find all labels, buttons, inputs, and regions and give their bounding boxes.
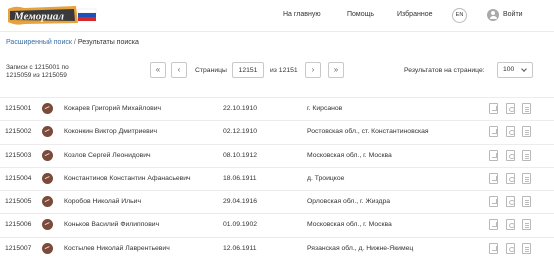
bookmark-icon[interactable] <box>489 196 498 208</box>
user-icon[interactable] <box>487 9 499 21</box>
bookmark-icon[interactable] <box>489 126 498 138</box>
view-document-icon[interactable] <box>506 126 515 138</box>
details-document-icon[interactable] <box>522 103 531 114</box>
per-page-value: 100 <box>503 66 515 73</box>
record-id: 1215003 <box>5 151 32 159</box>
record-id: 1215005 <box>5 198 32 206</box>
next-page-button[interactable]: › <box>305 62 321 78</box>
last-page-button[interactable]: » <box>328 62 344 78</box>
results-list: 1215001 Кокарев Григорий Михайлович 22.1… <box>0 97 554 257</box>
per-page-label: Результатов на странице: <box>404 67 485 74</box>
details-document-icon[interactable] <box>522 196 531 208</box>
view-document-icon[interactable] <box>506 219 515 231</box>
record-id: 1215006 <box>5 221 32 229</box>
birth-date: 01.09.1902 <box>223 221 258 229</box>
person-name[interactable]: Костылев Николай Лаврентьевич <box>64 245 170 252</box>
birth-place: Московская обл., г. Москва <box>307 221 392 229</box>
birth-date: 29.04.1916 <box>223 198 258 206</box>
person-name[interactable]: Коньков Василий Филиппович <box>64 221 159 228</box>
per-page-select[interactable]: 100 <box>497 62 533 78</box>
view-document-icon[interactable] <box>506 172 515 184</box>
view-document-icon[interactable] <box>506 149 515 161</box>
view-document-icon[interactable] <box>506 196 515 208</box>
table-row[interactable]: 1215003 Козлов Сергей Леонидович 08.10.1… <box>0 143 554 167</box>
person-avatar-icon <box>42 126 53 138</box>
site-header: Мемориал На главную Помощь Избранное EN … <box>0 0 554 32</box>
record-id: 1215007 <box>5 244 32 252</box>
breadcrumb-separator: / <box>73 39 76 46</box>
birth-place: Орловская обл., г. Жиздра <box>307 198 391 206</box>
person-name[interactable]: Коконкин Виктор Дмитриевич <box>64 128 157 135</box>
memorial-logo-icon[interactable]: Мемориал <box>6 3 100 27</box>
birth-date: 02.12.1910 <box>223 128 258 136</box>
birth-place: г. Кирсанов <box>307 105 343 112</box>
details-document-icon[interactable] <box>522 149 531 161</box>
birth-place: д. Троицкое <box>307 174 345 182</box>
details-document-icon[interactable] <box>522 242 531 254</box>
birth-date: 18.06.1911 <box>223 174 257 182</box>
table-row[interactable]: 1215002 Коконкин Виктор Дмитриевич 02.12… <box>0 120 554 143</box>
birth-date: 22.10.1910 <box>223 105 258 112</box>
person-avatar-icon <box>42 172 53 184</box>
person-avatar-icon <box>42 242 53 254</box>
birth-date: 08.10.1912 <box>223 151 258 159</box>
person-avatar-icon <box>42 149 53 161</box>
nav-help-link[interactable]: Помощь <box>347 11 374 18</box>
breadcrumb-advanced-search-link[interactable]: Расширенный поиск <box>6 39 72 46</box>
person-name[interactable]: Кокарев Григорий Михайлович <box>64 105 161 112</box>
bookmark-icon[interactable] <box>489 242 498 254</box>
first-page-button[interactable]: « <box>150 62 166 78</box>
prev-page-button[interactable]: ‹ <box>171 62 187 78</box>
birth-date: 12.06.1911 <box>223 244 257 252</box>
pages-label: Страницы <box>195 67 227 74</box>
record-id: 1215002 <box>5 128 32 136</box>
nav-home-link[interactable]: На главную <box>283 11 321 18</box>
record-id: 1215004 <box>5 174 32 182</box>
person-name[interactable]: Козлов Сергей Леонидович <box>64 152 151 159</box>
person-avatar-icon <box>42 219 53 231</box>
details-document-icon[interactable] <box>522 126 531 138</box>
records-range-info: Записи с 1215001 по 1215059 из 1215059 <box>6 64 106 80</box>
person-avatar-icon <box>42 196 53 208</box>
bookmark-icon[interactable] <box>489 103 498 114</box>
total-pages-label: из 12151 <box>270 67 298 74</box>
table-row[interactable]: 1215005 Коробов Николай Ильич 29.04.1916… <box>0 190 554 213</box>
bookmark-icon[interactable] <box>489 172 498 184</box>
page-number-input[interactable] <box>232 62 264 78</box>
view-document-icon[interactable] <box>506 103 515 114</box>
table-row[interactable]: 1215006 Коньков Василий Филиппович 01.09… <box>0 213 554 236</box>
birth-place: Ростовская обл., ст. Константиновская <box>307 128 429 136</box>
person-name[interactable]: Константинов Константин Афанасьевич <box>64 175 191 182</box>
view-document-icon[interactable] <box>506 242 515 254</box>
chevron-down-icon <box>521 66 527 72</box>
table-row[interactable]: 1215007 Костылев Николай Лаврентьевич 12… <box>0 236 554 257</box>
person-name[interactable]: Коробов Николай Ильич <box>64 198 141 205</box>
bookmark-icon[interactable] <box>489 219 498 231</box>
records-range-line1: Записи с 1215001 по <box>6 64 69 71</box>
record-id: 1215001 <box>5 105 32 112</box>
bookmark-icon[interactable] <box>489 149 498 161</box>
language-switch[interactable]: EN <box>452 8 467 23</box>
person-avatar-icon <box>42 103 53 114</box>
details-document-icon[interactable] <box>522 172 531 184</box>
breadcrumb: Расширенный поиск / Результаты поиска <box>6 39 139 46</box>
records-range-line2: 1215059 из 1215059 <box>6 72 67 79</box>
nav-favorites-link[interactable]: Избранное <box>397 11 432 18</box>
birth-place: Рязанская обл., д. Нижне-Якимец <box>307 244 414 252</box>
table-row[interactable]: 1215004 Константинов Константин Афанасье… <box>0 166 554 190</box>
breadcrumb-current: Результаты поиска <box>77 39 139 46</box>
login-link[interactable]: Войти <box>503 11 523 18</box>
logo-text: Мемориал <box>13 11 64 23</box>
details-document-icon[interactable] <box>522 219 531 231</box>
birth-place: Московская обл., г. Москва <box>307 151 392 159</box>
table-row[interactable]: 1215001 Кокарев Григорий Михайлович 22.1… <box>0 97 554 120</box>
